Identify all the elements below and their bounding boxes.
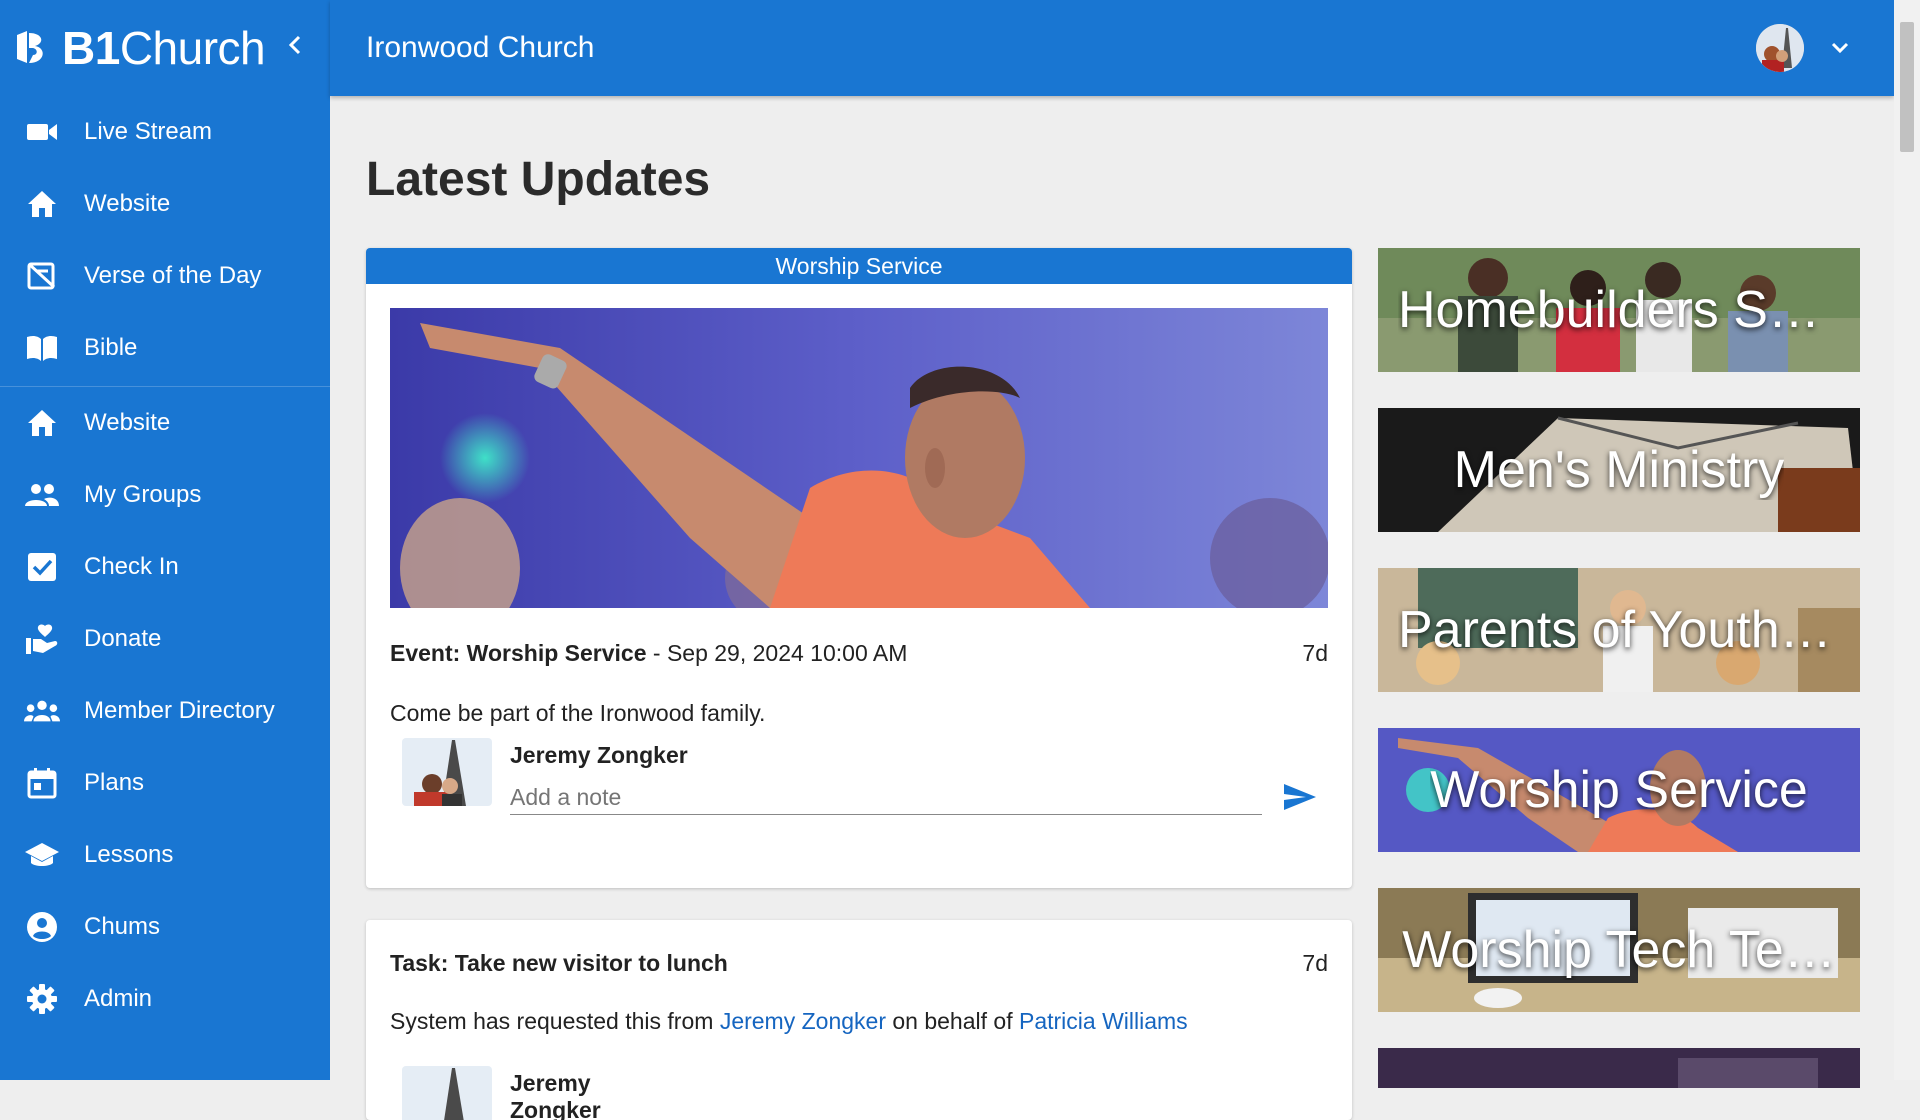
sidebar-item-check-in[interactable]: Check In xyxy=(0,531,330,603)
group-tile-label: Men's Ministry xyxy=(1453,441,1785,499)
commenter-name: Jeremy Zongker xyxy=(510,1070,601,1120)
donate-icon xyxy=(24,621,60,657)
commenter-avatar xyxy=(402,1066,492,1120)
sidebar-item-bible[interactable]: Bible xyxy=(0,312,330,384)
page-title: Latest Updates xyxy=(366,153,711,206)
sidebar-item-chums[interactable]: Chums xyxy=(0,891,330,963)
nav-secondary: Website My Groups Check In Donate Member… xyxy=(0,387,330,1035)
sidebar-item-plans[interactable]: Plans xyxy=(0,747,330,819)
sidebar-item-label: Check In xyxy=(84,553,179,580)
sidebar-item-label: Member Directory xyxy=(84,697,275,724)
home-icon xyxy=(24,405,60,441)
event-name: Event: Worship Service xyxy=(390,640,647,666)
task-title: Task: Take new visitor to lunch xyxy=(390,950,728,976)
checkbox-icon xyxy=(24,549,60,585)
home-icon xyxy=(24,186,60,222)
book-icon xyxy=(24,330,60,366)
sidebar-item-label: Lessons xyxy=(84,841,174,868)
scrollbar-thumb[interactable] xyxy=(1900,22,1914,152)
sidebar-item-admin[interactable]: Admin xyxy=(0,963,330,1035)
sidebar-item-member-directory[interactable]: Member Directory xyxy=(0,675,330,747)
account-circle-icon xyxy=(24,909,60,945)
group-tile-label: Parents of Youth … xyxy=(1398,601,1840,659)
requested-from-link[interactable]: Jeremy Zongker xyxy=(720,1008,886,1034)
verse-icon xyxy=(24,258,60,294)
event-description: Come be part of the Ironwood family. xyxy=(390,700,766,726)
user-avatar[interactable] xyxy=(1756,24,1804,72)
sidebar-item-lessons[interactable]: Lessons xyxy=(0,819,330,891)
group-tile-mens-ministry[interactable]: Men's Ministry xyxy=(1378,408,1860,532)
top-app-bar: Ironwood Church xyxy=(330,0,1894,96)
sidebar-item-website[interactable]: Website xyxy=(0,387,330,459)
event-date: - Sep 29, 2024 10:00 AM xyxy=(646,640,908,666)
sidebar: B1Church Live Stream Website Verse of th… xyxy=(0,0,330,1080)
sidebar-item-verse-of-the-day[interactable]: Verse of the Day xyxy=(0,240,330,312)
b1-logo-icon xyxy=(12,28,52,68)
page-scrollbar[interactable] xyxy=(1894,0,1920,1080)
sidebar-item-label: Plans xyxy=(84,769,145,796)
account-menu-chevron-down-icon[interactable] xyxy=(1826,34,1854,62)
card-header: Worship Service xyxy=(366,248,1352,284)
commenter-avatar xyxy=(402,738,492,806)
on-behalf-of-link[interactable]: Patricia Williams xyxy=(1019,1008,1188,1034)
group-tile-label: Homebuilders Su… xyxy=(1398,281,1840,339)
sidebar-item-label: Admin xyxy=(84,985,153,1012)
group-tile-label: Worship Service xyxy=(1430,761,1808,819)
sidebar-item-label: Chums xyxy=(84,913,161,940)
sidebar-item-live-stream[interactable]: Live Stream xyxy=(0,96,330,168)
brand-name: B1Church xyxy=(62,22,266,74)
sidebar-item-website[interactable]: Website xyxy=(0,168,330,240)
note-input[interactable] xyxy=(510,780,1262,815)
group-tile-partial[interactable] xyxy=(1378,1048,1860,1088)
group-tile-worship-tech[interactable]: Worship Tech Te… xyxy=(1378,888,1860,1012)
event-age: 7d xyxy=(1302,640,1328,666)
nav-primary: Live Stream Website Verse of the Day Bib… xyxy=(0,96,330,387)
commenter-name: Jeremy Zongker xyxy=(510,742,688,768)
sidebar-item-label: Donate xyxy=(84,625,162,652)
group-tile-parents-of-youth[interactable]: Parents of Youth … xyxy=(1378,568,1860,692)
brand: B1Church xyxy=(0,0,330,96)
group-tile-homebuilders[interactable]: Homebuilders Su… xyxy=(1378,248,1860,372)
group-tile-label: Worship Tech Te… xyxy=(1402,921,1836,979)
gear-icon xyxy=(24,981,60,1017)
sidebar-item-label: Live Stream xyxy=(84,118,213,145)
sidebar-item-label: Website xyxy=(84,409,171,436)
sidebar-item-my-groups[interactable]: My Groups xyxy=(0,459,330,531)
groups-icon xyxy=(24,477,60,513)
group-tile-worship-service[interactable]: Worship Service xyxy=(1378,728,1860,852)
task-description: System has requested this from Jeremy Zo… xyxy=(390,1008,1188,1034)
calendar-icon xyxy=(24,765,60,801)
sidebar-item-donate[interactable]: Donate xyxy=(0,603,330,675)
collapse-sidebar-icon[interactable] xyxy=(285,33,305,64)
school-icon xyxy=(24,837,60,873)
sidebar-item-label: Website xyxy=(84,190,171,217)
send-icon[interactable] xyxy=(1282,782,1318,812)
video-camera-icon xyxy=(24,114,60,150)
event-line: Event: Worship Service - Sep 29, 2024 10… xyxy=(390,640,907,667)
task-age: 7d xyxy=(1302,950,1328,976)
sidebar-item-label: My Groups xyxy=(84,481,202,508)
directory-icon xyxy=(24,693,60,729)
church-name: Ironwood Church xyxy=(366,31,595,64)
sidebar-item-label: Verse of the Day xyxy=(84,262,262,289)
event-card: Worship Service Event: Worship Service -… xyxy=(366,248,1352,888)
sidebar-item-label: Bible xyxy=(84,334,138,361)
main-content: Latest Updates Worship Service Event: Wo… xyxy=(330,96,1894,1120)
task-card: Task: Take new visitor to lunch 7d Syste… xyxy=(366,920,1352,1120)
event-image xyxy=(390,308,1328,608)
add-note-row: Jeremy Zongker xyxy=(402,738,1322,818)
